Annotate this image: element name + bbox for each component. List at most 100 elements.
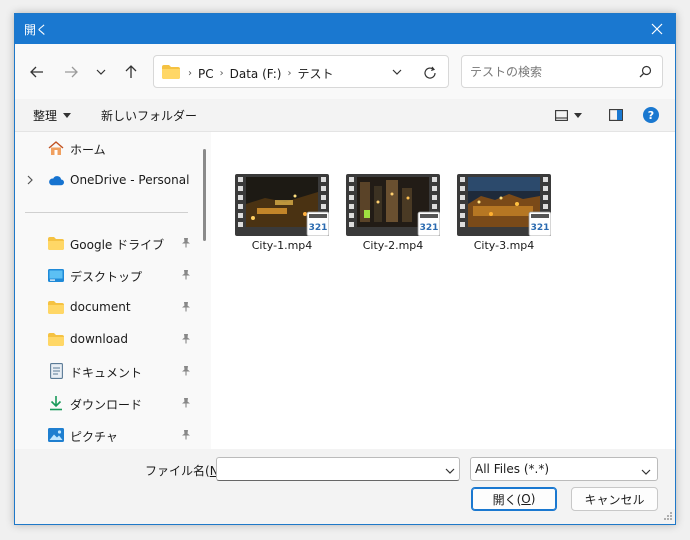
pin-icon bbox=[181, 237, 191, 251]
up-button[interactable] bbox=[119, 61, 143, 83]
preview-pane-icon bbox=[609, 109, 623, 121]
sidebar-item-download-folder[interactable]: download bbox=[15, 325, 195, 353]
chevron-down-icon bbox=[445, 468, 455, 474]
search-box bbox=[461, 55, 663, 88]
search-input[interactable] bbox=[470, 63, 630, 81]
file-name: City-2.mp4 bbox=[362, 239, 424, 252]
pin-icon bbox=[181, 397, 191, 411]
home-icon bbox=[48, 140, 64, 156]
open-button[interactable]: 開く(O) bbox=[471, 487, 557, 511]
close-icon bbox=[651, 23, 663, 35]
file-name: City-3.mp4 bbox=[473, 239, 535, 252]
search-icon[interactable] bbox=[639, 65, 652, 81]
sidebar-item-home[interactable]: ホーム bbox=[15, 134, 195, 162]
sidebar-item-label: document bbox=[70, 300, 131, 314]
sidebar-item-pictures[interactable]: ピクチャ bbox=[15, 421, 195, 449]
filename-combobox bbox=[216, 457, 460, 481]
file-name: City-1.mp4 bbox=[251, 239, 313, 252]
pin-icon bbox=[181, 365, 191, 379]
caret-down-icon bbox=[574, 112, 582, 118]
recent-locations-button[interactable] bbox=[89, 61, 113, 83]
folder-icon bbox=[48, 235, 64, 251]
content-area: ホーム OneDrive - Personal Google ドライブ デスクト… bbox=[15, 131, 675, 449]
sidebar-item-desktop[interactable]: デスクトップ bbox=[15, 261, 195, 289]
file-type-select[interactable]: All Files (*.*) bbox=[470, 457, 658, 481]
pin-icon bbox=[181, 333, 191, 347]
sidebar-scrollbar[interactable] bbox=[203, 149, 206, 241]
chevron-right-icon: › bbox=[287, 68, 292, 79]
sidebar-item-onedrive[interactable]: OneDrive - Personal bbox=[15, 166, 195, 194]
sidebar-item-label: OneDrive - Personal bbox=[70, 173, 190, 187]
title-bar: 開く bbox=[15, 14, 675, 44]
chevron-right-icon: › bbox=[188, 68, 192, 79]
file-item[interactable]: 321 City-2.mp4 bbox=[342, 174, 440, 254]
forward-button[interactable] bbox=[59, 61, 83, 83]
address-bar[interactable]: › PC › Data (F:) › テスト bbox=[153, 55, 449, 88]
sidebar-item-label: ダウンロード bbox=[70, 398, 143, 412]
breadcrumb: › PC › Data (F:) › テスト bbox=[188, 65, 333, 82]
command-bar: 整理 新しいフォルダー ? bbox=[15, 99, 675, 131]
sidebar-item-google-drive[interactable]: Google ドライブ bbox=[15, 229, 195, 257]
chevron-right-icon[interactable] bbox=[27, 174, 33, 188]
desktop-icon bbox=[48, 267, 64, 283]
cancel-button[interactable]: キャンセル bbox=[571, 487, 658, 511]
svg-text:?: ? bbox=[648, 109, 654, 122]
open-label-suffix: ) bbox=[530, 492, 536, 506]
sidebar-item-label: ドキュメント bbox=[70, 366, 143, 380]
refresh-button[interactable] bbox=[420, 64, 440, 82]
address-history-dropdown[interactable] bbox=[388, 64, 406, 80]
help-icon: ? bbox=[643, 107, 659, 123]
filename-label-text: ファイル名( bbox=[145, 464, 210, 478]
chevron-down-icon bbox=[641, 464, 651, 478]
file-type-value: All Files (*.*) bbox=[475, 462, 550, 476]
pin-icon bbox=[181, 301, 191, 315]
sidebar-item-downloads[interactable]: ダウンロード bbox=[15, 389, 195, 417]
sidebar-item-document-folder[interactable]: document bbox=[15, 293, 195, 321]
breadcrumb-item[interactable]: PC bbox=[198, 67, 214, 81]
breadcrumb-item[interactable]: Data (F:) bbox=[230, 67, 282, 81]
help-button[interactable]: ? bbox=[643, 105, 659, 125]
sidebar-item-label: Google ドライブ bbox=[70, 238, 165, 252]
file-badge: 321 bbox=[531, 223, 550, 233]
document-icon bbox=[48, 363, 64, 379]
file-badge: 321 bbox=[420, 223, 439, 233]
file-badge: 321 bbox=[309, 223, 328, 233]
chevron-right-icon: › bbox=[219, 68, 224, 79]
sidebar-divider bbox=[25, 212, 188, 213]
file-list: 321 City-1.mp4 321 City-2.mp4 321 City-3… bbox=[211, 132, 675, 449]
open-accesskey: O bbox=[521, 492, 531, 506]
organize-menu[interactable]: 整理 bbox=[33, 107, 72, 124]
navigation-bar: › PC › Data (F:) › テスト bbox=[15, 44, 675, 99]
close-button[interactable] bbox=[643, 17, 671, 41]
chevron-down-icon bbox=[96, 69, 106, 75]
resize-grip-icon[interactable] bbox=[663, 510, 673, 524]
dialog-footer: ファイル名(N): All Files (*.*) 開く(O) キャンセル bbox=[15, 449, 675, 524]
sidebar-item-label: ピクチャ bbox=[70, 430, 118, 444]
filename-input[interactable] bbox=[221, 461, 431, 477]
file-item[interactable]: 321 City-3.mp4 bbox=[453, 174, 551, 254]
breadcrumb-item[interactable]: テスト bbox=[297, 65, 333, 82]
filename-dropdown[interactable] bbox=[445, 463, 455, 477]
new-folder-button[interactable]: 新しいフォルダー bbox=[101, 107, 197, 124]
refresh-icon bbox=[424, 66, 436, 79]
sidebar-item-label: デスクトップ bbox=[70, 270, 143, 284]
video-thumbnail: 321 bbox=[235, 174, 329, 236]
organize-label: 整理 bbox=[33, 109, 58, 123]
pin-icon bbox=[181, 429, 191, 443]
video-thumbnail: 321 bbox=[346, 174, 440, 236]
download-icon bbox=[48, 395, 64, 411]
preview-pane-button[interactable] bbox=[609, 105, 623, 125]
folder-icon bbox=[48, 299, 64, 315]
pictures-icon bbox=[48, 427, 64, 443]
view-options-button[interactable] bbox=[555, 105, 582, 125]
sidebar-item-documents[interactable]: ドキュメント bbox=[15, 357, 195, 385]
back-button[interactable] bbox=[25, 61, 49, 83]
arrow-left-icon bbox=[30, 66, 43, 78]
file-item[interactable]: 321 City-1.mp4 bbox=[231, 174, 329, 254]
navigation-pane: ホーム OneDrive - Personal Google ドライブ デスクト… bbox=[15, 132, 211, 449]
caret-down-icon bbox=[63, 113, 72, 118]
sidebar-item-label: ホーム bbox=[70, 143, 106, 157]
arrow-up-icon bbox=[125, 65, 137, 78]
video-thumbnail: 321 bbox=[457, 174, 551, 236]
chevron-down-icon bbox=[392, 69, 402, 75]
